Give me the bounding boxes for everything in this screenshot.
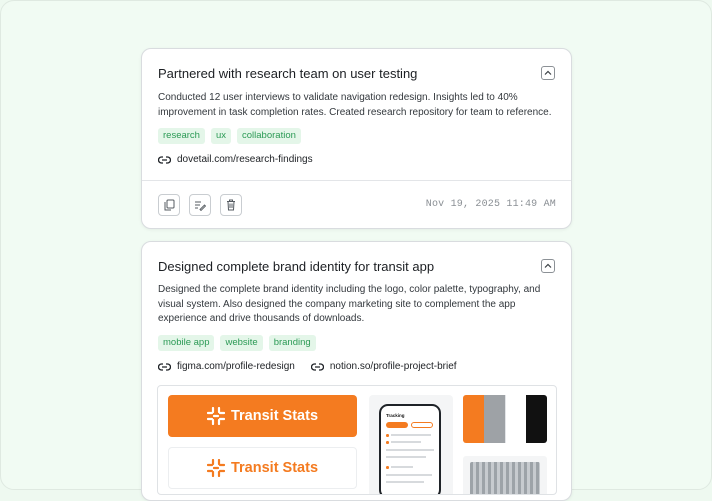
phone-bullet [386,466,389,469]
card-actions [158,194,242,216]
link-item[interactable]: notion.so/profile-project-brief [310,361,457,372]
swatch-gray [483,395,505,443]
timestamp: Nov 19, 2025 11:49 AM [425,199,556,210]
phone-row [386,481,424,483]
copy-button[interactable] [158,194,180,216]
collapse-button[interactable] [541,66,555,80]
card-header: Partnered with research team on user tes… [158,65,555,83]
link-item[interactable]: figma.com/profile-redesign [158,361,295,372]
phone-row [391,466,413,468]
link-text[interactable]: dovetail.com/research-findings [177,154,313,165]
phone-row [386,456,426,458]
phone-bullet [386,434,389,437]
image-gallery[interactable]: Transit Stats Transit Stats Tracking [157,385,557,495]
logo-text: Transit Stats [230,460,319,476]
swatch-orange [463,395,484,443]
phone-tab-active [386,422,408,428]
logo-text: Transit Stats [230,408,319,424]
card-title: Partnered with research team on user tes… [158,66,418,81]
phone-row [386,449,434,451]
phone-bullet [386,441,389,444]
link-text[interactable]: notion.so/profile-project-brief [330,361,457,372]
link-icon [158,362,171,371]
card-title: Designed complete brand identity for tra… [158,259,435,274]
transit-logo-icon [206,459,225,477]
tag[interactable]: research [158,128,205,144]
phone-row [391,441,421,443]
tag-list: research ux collaboration [158,128,301,144]
link-icon [158,155,171,164]
link-icon [310,362,324,371]
photo-preview[interactable] [463,456,547,494]
card-description: Conducted 12 user interviews to validate… [158,92,552,118]
link-text[interactable]: figma.com/profile-redesign [177,361,295,372]
experience-card: Partnered with research team on user tes… [141,48,572,229]
tag-list: mobile app website branding [158,335,316,351]
phone-mockup: Tracking [379,404,441,494]
chevron-up-icon [544,70,552,75]
divider [142,180,571,181]
link-list: figma.com/profile-redesign notion.so/pro… [158,361,457,372]
phone-tab [411,422,433,428]
swatch-white [504,395,527,443]
chevron-up-icon [544,263,552,268]
edit-button[interactable] [189,194,211,216]
collapse-button[interactable] [541,259,555,273]
tag[interactable]: website [220,335,263,351]
experience-card: Designed complete brand identity for tra… [141,241,572,501]
card-header: Designed complete brand identity for tra… [158,258,555,276]
phone-mockup-preview[interactable]: Tracking [369,395,453,494]
phone-row [391,434,431,436]
tag[interactable]: ux [210,128,232,144]
tag[interactable]: collaboration [237,128,301,144]
phone-screen-title: Tracking [386,413,405,418]
transit-logo-icon [206,407,225,425]
logo-preview-orange[interactable]: Transit Stats [168,395,357,437]
phone-row [386,474,432,476]
tag[interactable]: branding [268,335,316,351]
logo-preview-white[interactable]: Transit Stats [168,447,357,489]
delete-button[interactable] [220,194,242,216]
link-item[interactable]: dovetail.com/research-findings [158,154,313,165]
tag[interactable]: mobile app [158,335,215,351]
building-photo [470,462,540,494]
color-palette-preview[interactable] [463,395,547,443]
link-list: dovetail.com/research-findings [158,154,313,165]
swatch-black [526,395,547,443]
edit-icon [195,201,206,211]
copy-icon [164,199,174,211]
trash-icon [227,199,235,211]
card-description: Designed the complete brand identity inc… [158,284,541,324]
